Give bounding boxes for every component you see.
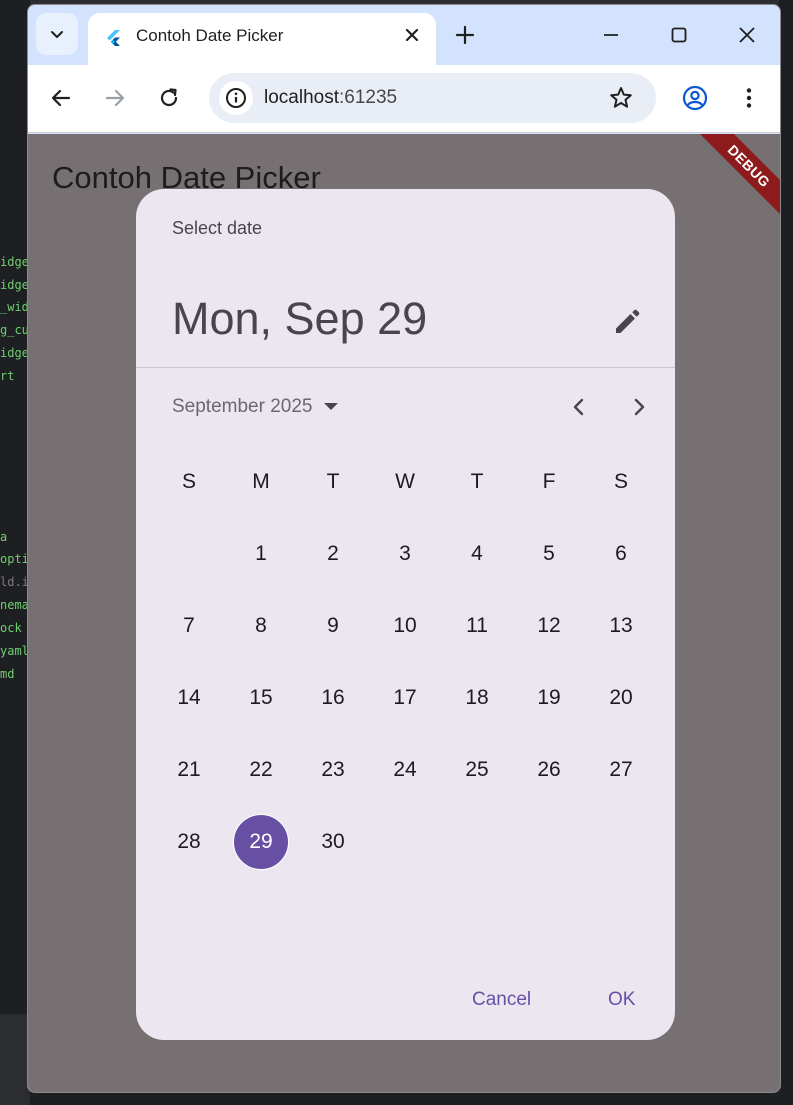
window-close-icon[interactable] (734, 22, 760, 48)
calendar-day[interactable]: 13 (593, 598, 649, 654)
calendar-day[interactable]: 28 (161, 814, 217, 870)
weekday-header: F (542, 470, 556, 493)
ok-button[interactable]: OK (608, 989, 635, 1011)
ide-file-line: a (0, 530, 8, 544)
header-divider (136, 367, 675, 368)
calendar-day[interactable]: 17 (377, 670, 433, 726)
bookmark-star-icon[interactable] (608, 85, 634, 111)
calendar-day[interactable]: 2 (305, 526, 361, 582)
calendar-day-selected[interactable]: 29 (233, 814, 289, 870)
ide-file-line: nema (0, 598, 29, 612)
calendar-day[interactable]: 10 (377, 598, 433, 654)
calendar-day[interactable]: 1 (233, 526, 289, 582)
ide-file-tree: idget idget _widg g_cu idget rt a optio … (0, 0, 36, 1105)
maximize-icon[interactable] (666, 22, 692, 48)
ide-file-line: g_cu (0, 323, 29, 337)
weekday-header: W (395, 470, 415, 493)
browser-tab[interactable]: Contoh Date Picker (88, 13, 436, 67)
weekday-header: M (252, 470, 270, 493)
debug-banner: DEBUG (687, 134, 780, 228)
url-port: :61235 (339, 87, 398, 108)
edit-pencil-icon[interactable] (611, 304, 645, 338)
calendar-day[interactable]: 23 (305, 742, 361, 798)
calendar-day[interactable]: 8 (233, 598, 289, 654)
calendar-day[interactable]: 6 (593, 526, 649, 582)
calendar-day[interactable]: 11 (449, 598, 505, 654)
chevron-right-icon[interactable] (627, 395, 651, 419)
calendar-day[interactable]: 20 (593, 670, 649, 726)
calendar-day[interactable]: 19 (521, 670, 577, 726)
forward-arrow-icon[interactable] (102, 85, 128, 111)
profile-icon[interactable] (682, 85, 708, 111)
calendar-day[interactable]: 9 (305, 598, 361, 654)
ide-file-line: ock (0, 621, 22, 635)
calendar-day[interactable]: 14 (161, 670, 217, 726)
month-year-selector[interactable]: September 2025 (172, 396, 339, 418)
dropdown-arrow-icon (323, 403, 338, 410)
browser-toolbar: localhost:61235 (28, 65, 780, 133)
calendar-day[interactable]: 24 (377, 742, 433, 798)
date-picker-dialog: Select date Mon, Sep 29 September 2025 S… (136, 189, 675, 1040)
tab-strip: Contoh Date Picker (28, 5, 780, 67)
selected-date-headline: Mon, Sep 29 (172, 293, 428, 344)
web-page: Contoh Date Picker DEBUG Select date Mon… (28, 134, 780, 1092)
more-vert-icon[interactable] (736, 85, 762, 111)
ide-file-line: rt (0, 369, 15, 383)
minimize-icon[interactable] (598, 22, 624, 48)
ide-right-gutter (779, 0, 793, 1105)
chevron-left-icon[interactable] (567, 395, 591, 419)
site-info-button[interactable] (219, 81, 253, 115)
weekday-header: T (326, 470, 340, 493)
calendar-day[interactable]: 4 (449, 526, 505, 582)
back-arrow-icon[interactable] (48, 85, 74, 111)
reload-icon[interactable] (156, 85, 182, 111)
calendar-day[interactable]: 18 (449, 670, 505, 726)
browser-window: Contoh Date Picker localhost:61235 Conto… (27, 4, 781, 1093)
tab-search-button[interactable] (36, 13, 78, 55)
calendar-day[interactable]: 21 (161, 742, 217, 798)
ide-file-line: yaml (0, 644, 29, 658)
calendar-day[interactable]: 3 (377, 526, 433, 582)
calendar-day[interactable]: 7 (161, 598, 217, 654)
ide-bottom-panel (0, 1014, 30, 1105)
url-text[interactable]: localhost:61235 (264, 87, 397, 109)
month-year-label: September 2025 (172, 396, 313, 417)
dialog-header-label: Select date (172, 218, 263, 238)
weekday-header: S (181, 470, 196, 493)
calendar-day[interactable]: 16 (305, 670, 361, 726)
calendar-day[interactable]: 15 (233, 670, 289, 726)
close-icon[interactable] (402, 25, 422, 45)
calendar-day[interactable]: 27 (593, 742, 649, 798)
calendar-day[interactable]: 22 (233, 742, 289, 798)
address-bar[interactable]: localhost:61235 (209, 73, 656, 123)
cancel-button[interactable]: Cancel (472, 989, 531, 1011)
ide-file-line: md (0, 667, 15, 681)
calendar-day[interactable]: 30 (305, 814, 361, 870)
calendar-day[interactable]: 5 (521, 526, 577, 582)
tab-title: Contoh Date Picker (136, 26, 284, 45)
url-host: localhost (264, 87, 339, 108)
calendar-day[interactable]: 26 (521, 742, 577, 798)
flutter-icon (107, 30, 120, 46)
chevron-down-icon (51, 31, 63, 38)
calendar-day[interactable]: 12 (521, 598, 577, 654)
weekday-header: S (613, 470, 628, 493)
calendar-day[interactable]: 25 (449, 742, 505, 798)
info-icon (226, 88, 246, 108)
weekday-header: T (470, 470, 484, 493)
new-tab-plus-icon[interactable] (452, 22, 478, 48)
